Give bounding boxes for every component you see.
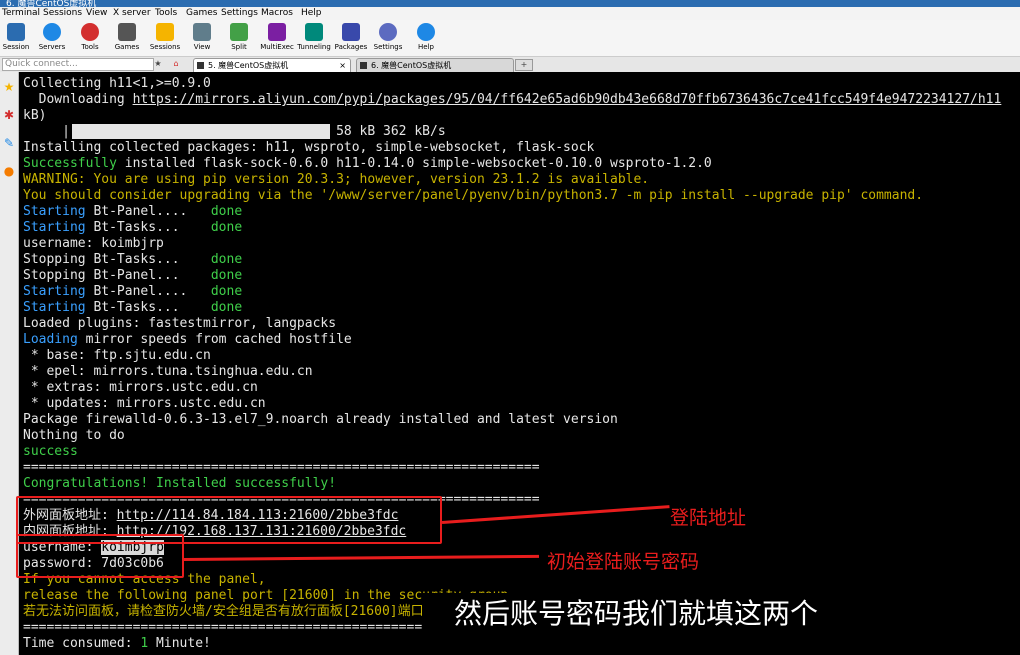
terminal-line: success [23, 444, 78, 459]
games-icon [118, 23, 136, 41]
menu-macros[interactable]: Macros [261, 8, 293, 18]
close-icon[interactable]: × [339, 59, 346, 72]
terminal-line: Loaded plugins: fastestmirror, langpacks [23, 316, 337, 331]
tools-icon[interactable]: ✱ [2, 108, 16, 122]
toolbar-games[interactable]: Games [107, 21, 147, 51]
menu-xserver[interactable]: X server [113, 8, 151, 18]
home-icon[interactable]: ⌂ [170, 59, 182, 69]
terminal-line: Collecting h11<1,>=0.9.0 [23, 76, 211, 91]
star-icon[interactable]: ★ [152, 59, 164, 69]
star-icon [156, 23, 174, 41]
terminal-line: Stopping Bt-Panel... done [23, 268, 243, 283]
terminal-line: username: koimbjrp [23, 236, 164, 251]
terminal-line: * extras: mirrors.ustc.edu.cn [23, 380, 258, 395]
terminal-icon [197, 62, 204, 69]
multiexec-icon [268, 23, 286, 41]
toolbar-session[interactable]: Session [0, 21, 36, 51]
terminal-line: Time consumed: 1 Minute! [23, 636, 211, 651]
toolbar-tunneling[interactable]: Tunneling [294, 21, 334, 51]
terminal-line: Loading mirror speeds from cached hostfi… [23, 332, 352, 347]
menu-view[interactable]: View [86, 8, 107, 18]
tab-session-5[interactable]: 5. 魔兽CentOS虚拟机 × [193, 58, 351, 72]
terminal-line: Downloading https://mirrors.aliyun.com/p… [23, 92, 1002, 107]
credentials-callout: 初始登陆账号密码 [547, 551, 700, 573]
terminal-line: Congratulations! Installed successfully! [23, 476, 337, 491]
terminal-line: kB) [23, 108, 47, 123]
menu-bar: Terminal Sessions View X server Tools Ga… [0, 7, 1020, 20]
toolbar-settings[interactable]: Settings [368, 21, 408, 51]
terminal-line: Nothing to do [23, 428, 125, 443]
new-tab-icon[interactable]: + [515, 59, 533, 71]
terminal-line: Starting Bt-Panel.... done [23, 204, 243, 219]
session-tab-bar: Quick connect... ★ ⌂ 5. 魔兽CentOS虚拟机 × 6.… [0, 57, 1020, 73]
tunneling-icon [305, 23, 323, 41]
toolbar-tools[interactable]: Tools [70, 21, 110, 51]
terminal-line: * epel: mirrors.tuna.tsinghua.edu.cn [23, 364, 313, 379]
star-icon[interactable]: ★ [2, 80, 16, 94]
toolbar-view[interactable]: View [182, 21, 222, 51]
terminal-line: Starting Bt-Tasks... done [23, 220, 243, 235]
terminal-line: Starting Bt-Panel.... done [23, 284, 243, 299]
terminal-line: Successfully installed flask-sock-0.6.0 … [23, 156, 712, 171]
terminal-line: WARNING: You are using pip version 20.3.… [23, 172, 650, 187]
tab-session-6[interactable]: 6. 魔兽CentOS虚拟机 [356, 58, 514, 72]
toolbar-servers[interactable]: Servers [32, 21, 72, 51]
packages-icon [342, 23, 360, 41]
toolbar: Session Servers Tools Games Sessions Vie… [0, 20, 1020, 57]
view-icon [193, 23, 211, 41]
terminal-separator: ========================================… [23, 460, 540, 475]
terminal-line: 若无法访问面板，请检查防火墙/安全组是否有放行面板[21600]端口 [23, 604, 424, 619]
terminal-line: Starting Bt-Tasks... done [23, 300, 243, 315]
toolbar-help[interactable]: Help [406, 21, 446, 51]
menu-help[interactable]: Help [301, 8, 322, 18]
menu-settings[interactable]: Settings [221, 8, 258, 18]
tools-icon [81, 23, 99, 41]
video-subtitle: 然后账号密码我们就填这两个 [422, 593, 850, 635]
terminal-line: * updates: mirrors.ustc.edu.cn [23, 396, 266, 411]
terminal-line: Stopping Bt-Tasks... done [23, 252, 243, 267]
window-titlebar: 6. 魔兽CentOS虚拟机 [0, 0, 1020, 9]
terminal-line: * base: ftp.sjtu.edu.cn [23, 348, 211, 363]
settings-icon [379, 23, 397, 41]
help-icon [417, 23, 435, 41]
split-icon [230, 23, 248, 41]
menu-terminal[interactable]: Terminal [2, 8, 40, 18]
games-icon[interactable]: ● [2, 164, 16, 178]
pen-icon[interactable]: ✎ [2, 136, 16, 150]
session-icon [7, 23, 25, 41]
download-progress-bar [72, 124, 330, 139]
servers-icon [43, 23, 61, 41]
toolbar-sessions[interactable]: Sessions [145, 21, 185, 51]
menu-games[interactable]: Games [186, 8, 217, 18]
toolbar-split[interactable]: Split [219, 21, 259, 51]
quick-connect-input[interactable]: Quick connect... [2, 58, 154, 71]
credentials-highlight-box [16, 534, 184, 578]
terminal-line: Installing collected packages: h11, wspr… [23, 140, 595, 155]
terminal-line: You should consider upgrading via the '/… [23, 188, 924, 203]
address-callout: 登陆地址 [670, 507, 747, 529]
terminal-line: Package firewalld-0.6.3-13.el7_9.noarch … [23, 412, 618, 427]
menu-sessions[interactable]: Sessions [43, 8, 82, 18]
toolbar-multiexec[interactable]: MultiExec [257, 21, 297, 51]
toolbar-packages[interactable]: Packages [331, 21, 371, 51]
menu-tools[interactable]: Tools [155, 8, 177, 18]
terminal-icon [360, 62, 367, 69]
